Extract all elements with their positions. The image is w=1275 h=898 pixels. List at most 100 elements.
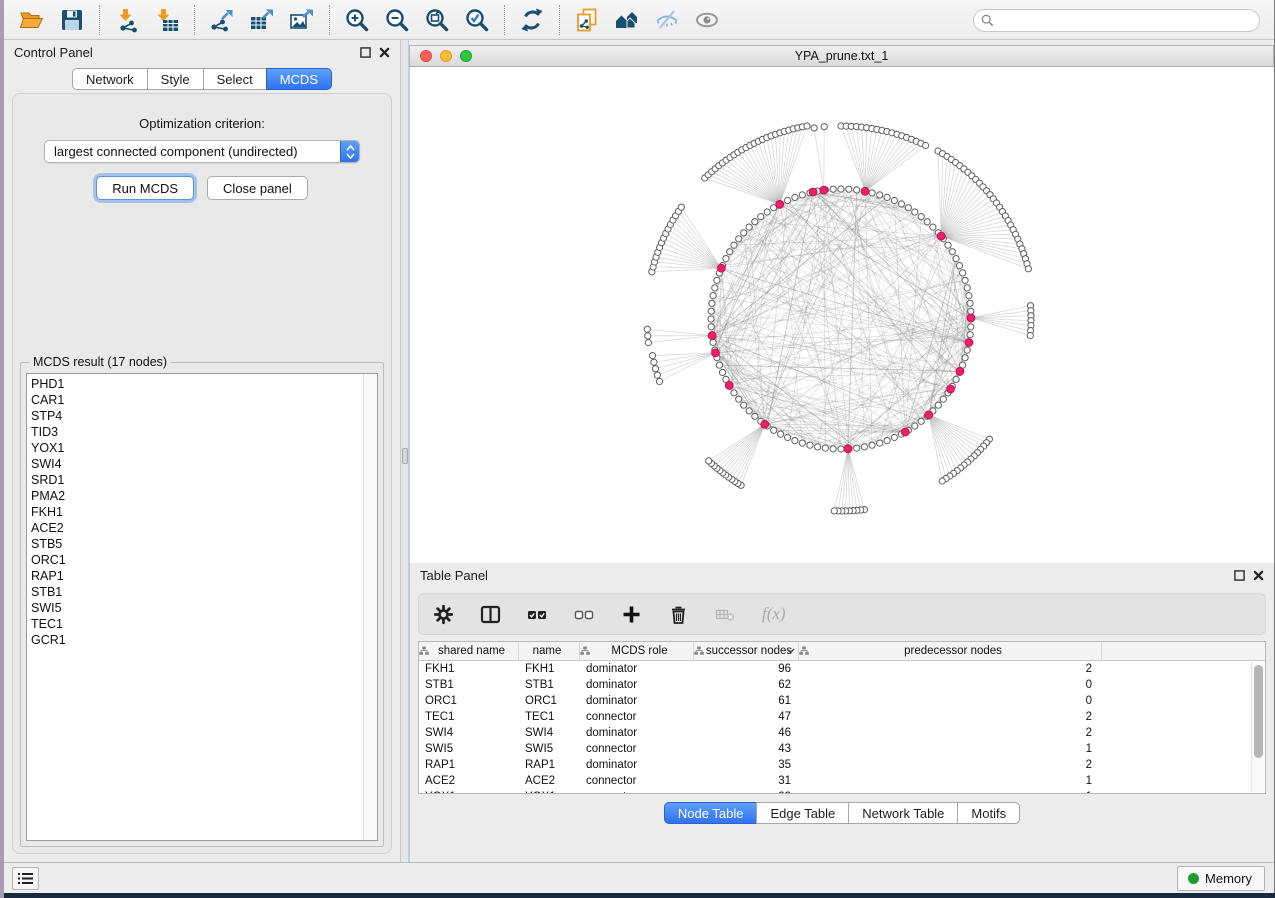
first-neighbors-button[interactable]: [607, 3, 647, 37]
mcds-result-item[interactable]: TID3: [31, 424, 363, 440]
import-table-icon: [154, 7, 180, 33]
tab-network-table[interactable]: Network Table: [848, 802, 958, 824]
run-mcds-button[interactable]: Run MCDS: [96, 176, 194, 200]
mcds-result-item[interactable]: RAP1: [31, 568, 363, 584]
refresh-layout-button[interactable]: [512, 3, 552, 37]
table-scrollbar-thumb[interactable]: [1254, 665, 1263, 758]
mcds-result-item[interactable]: PHD1: [31, 376, 363, 392]
float-panel-icon[interactable]: [1234, 570, 1245, 581]
table-row[interactable]: SWI5SWI5connector431: [419, 741, 1265, 757]
criterion-dropdown[interactable]: largest connected component (undirected): [44, 140, 360, 163]
close-panel-icon[interactable]: [1253, 570, 1264, 581]
mcds-result-item[interactable]: SWI4: [31, 456, 363, 472]
mcds-result-item[interactable]: STP4: [31, 408, 363, 424]
column-header-successor-nodes[interactable]: successor nodes: [694, 642, 799, 660]
table-row[interactable]: FKH1FKH1dominator962: [419, 661, 1265, 677]
zoom-in-button[interactable]: [337, 3, 377, 37]
splitter-grip[interactable]: [402, 448, 408, 464]
close-panel-icon[interactable]: [379, 47, 390, 58]
settings-button[interactable]: [433, 604, 454, 625]
add-row-button[interactable]: [621, 604, 642, 625]
network-window-titlebar[interactable]: YPA_prune.txt_1: [409, 45, 1274, 67]
control-panel-title: Control Panel: [14, 45, 360, 60]
import-network-button[interactable]: [107, 3, 147, 37]
task-history-button[interactable]: [12, 867, 39, 890]
hide-selected-button[interactable]: [647, 3, 687, 37]
column-header-name[interactable]: name: [519, 642, 580, 660]
table-type-tabs: Node TableEdge TableNetwork TableMotifs: [664, 802, 1020, 824]
table-row[interactable]: ORC1ORC1dominator610: [419, 693, 1265, 709]
open-file-icon: [19, 7, 45, 33]
network-graph[interactable]: [410, 67, 1273, 561]
table-panel-title: Table Panel: [420, 568, 1234, 583]
mcds-hub-node: [708, 332, 716, 340]
mcds-result-item[interactable]: SWI5: [31, 600, 363, 616]
tab-mcds[interactable]: MCDS: [266, 68, 332, 90]
import-table-button[interactable]: [147, 3, 187, 37]
column-header-predecessor-nodes[interactable]: predecessor nodes: [799, 642, 1102, 660]
deselect-all-button[interactable]: [574, 604, 595, 625]
column-header-MCDS-role[interactable]: MCDS role: [580, 642, 694, 660]
mcds-result-item[interactable]: YOX1: [31, 440, 363, 456]
table-row[interactable]: SWI4SWI4dominator462: [419, 725, 1265, 741]
export-network-button[interactable]: [202, 3, 242, 37]
table-scrollbar[interactable]: [1251, 662, 1264, 792]
show-all-button[interactable]: [687, 3, 727, 37]
search-box[interactable]: [973, 9, 1260, 32]
open-file-button[interactable]: [12, 3, 52, 37]
mcds-result-item[interactable]: PMA2: [31, 488, 363, 504]
delete-column-button[interactable]: [715, 604, 736, 625]
copy-network-button[interactable]: [567, 3, 607, 37]
table-row[interactable]: TEC1TEC1connector472: [419, 709, 1265, 725]
mcds-result-group: MCDS result (17 nodes) PHD1CAR1STP4TID3Y…: [20, 362, 384, 847]
mcds-hub-node: [776, 201, 784, 209]
mcds-result-list[interactable]: PHD1CAR1STP4TID3YOX1SWI4SRD1PMA2FKH1ACE2…: [26, 373, 378, 841]
select-all-button[interactable]: [527, 604, 548, 625]
delete-row-button[interactable]: [668, 604, 689, 625]
search-input[interactable]: [998, 12, 1259, 30]
export-image-button[interactable]: [282, 3, 322, 37]
tab-node-table[interactable]: Node Table: [664, 802, 758, 824]
column-header-shared-name[interactable]: shared name: [419, 642, 519, 660]
add-row-icon: [621, 604, 642, 625]
table-row[interactable]: STB1STB1dominator620: [419, 677, 1265, 693]
table-row[interactable]: ACE2ACE2connector311: [419, 773, 1265, 789]
close-panel-button[interactable]: Close panel: [207, 176, 308, 200]
mcds-result-item[interactable]: GCR1: [31, 632, 363, 648]
mcds-result-item[interactable]: TEC1: [31, 616, 363, 632]
search-icon: [981, 14, 994, 27]
table-row[interactable]: YOX1YOX1connector291: [419, 789, 1265, 794]
memory-button[interactable]: Memory: [1177, 866, 1265, 891]
tab-motifs[interactable]: Motifs: [957, 802, 1020, 824]
mcds-result-item[interactable]: CAR1: [31, 392, 363, 408]
list-scrollbar[interactable]: [363, 374, 377, 840]
mcds-result-item[interactable]: STB5: [31, 536, 363, 552]
zoom-fit-button[interactable]: [417, 3, 457, 37]
optimization-criterion-label: Optimization criterion:: [13, 116, 391, 131]
network-window-title: YPA_prune.txt_1: [410, 49, 1273, 63]
mcds-result-item[interactable]: ORC1: [31, 552, 363, 568]
memory-label: Memory: [1205, 871, 1252, 886]
zoom-out-button[interactable]: [377, 3, 417, 37]
tab-style[interactable]: Style: [147, 68, 204, 90]
zoom-selected-button[interactable]: [457, 3, 497, 37]
table-row[interactable]: RAP1RAP1dominator352: [419, 757, 1265, 773]
mcds-result-item[interactable]: FKH1: [31, 504, 363, 520]
mcds-result-item[interactable]: ACE2: [31, 520, 363, 536]
columns-icon: [480, 604, 501, 625]
mcds-result-item[interactable]: STB1: [31, 584, 363, 600]
columns-button[interactable]: [480, 604, 501, 625]
tab-network[interactable]: Network: [72, 68, 148, 90]
float-panel-icon[interactable]: [360, 47, 371, 58]
export-table-button[interactable]: [242, 3, 282, 37]
function-builder-button[interactable]: f(x): [762, 604, 786, 624]
tab-select[interactable]: Select: [203, 68, 267, 90]
mcds-result-item[interactable]: SRD1: [31, 472, 363, 488]
save-session-button[interactable]: [52, 3, 92, 37]
shared-column-icon: [799, 646, 809, 656]
deselect-all-icon: [574, 604, 595, 625]
network-canvas[interactable]: [409, 67, 1274, 563]
dropdown-stepper-icon: [340, 141, 359, 162]
tab-edge-table[interactable]: Edge Table: [756, 802, 849, 824]
panel-splitter[interactable]: [400, 40, 409, 862]
